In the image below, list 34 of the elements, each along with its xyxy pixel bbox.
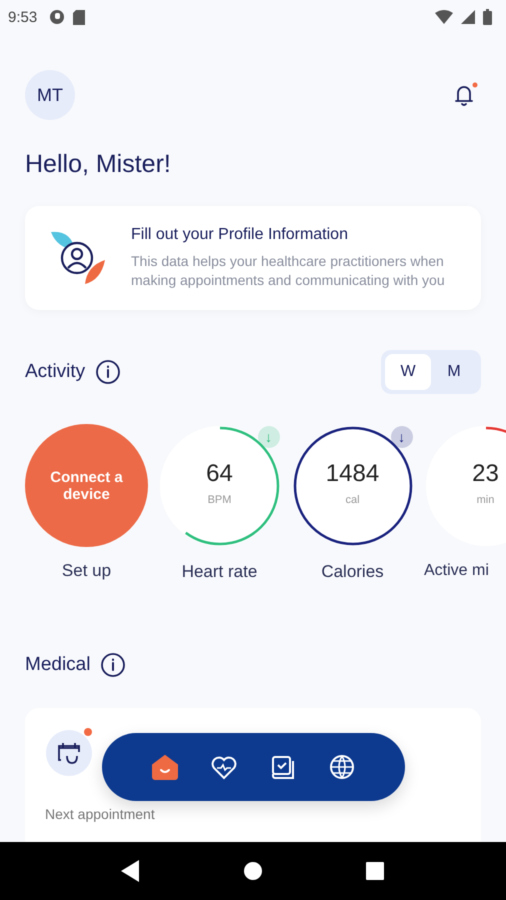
metric-label: Calories [321, 562, 384, 582]
app-circle-icon [49, 9, 66, 25]
metric-label: Heart rate [182, 562, 258, 582]
status-time: 9:53 [8, 8, 38, 26]
metric-value: 23 [471, 460, 500, 488]
user-avatar[interactable]: MT [25, 70, 75, 120]
section-title: Medical [25, 654, 90, 676]
metric-unit: min [476, 494, 496, 506]
profile-card-title: Fill out your Profile Information [131, 226, 349, 244]
metric-unit: BPM [206, 494, 232, 506]
metric-label: Set up [62, 561, 112, 581]
period-tab[interactable]: M [431, 354, 477, 390]
wifi-icon [435, 10, 453, 24]
metric-value: 64 [205, 460, 234, 488]
recents-button[interactable] [365, 861, 385, 881]
sd-card-icon [73, 10, 86, 24]
info-icon[interactable] [95, 359, 122, 385]
metric-unit: cal [344, 494, 361, 506]
signal-icon [461, 10, 475, 24]
next-appointment-label: Next appointment [45, 806, 156, 822]
notification-bell-icon[interactable] [453, 81, 479, 109]
home-button[interactable] [243, 861, 263, 881]
battery-icon [483, 9, 492, 25]
section-title: Activity [25, 361, 86, 383]
info-icon[interactable] [100, 652, 126, 678]
trend-badge: ↓ [258, 426, 280, 448]
back-button[interactable] [121, 860, 141, 882]
period-tab[interactable]: W [385, 354, 431, 390]
metric-label: Active mi [424, 562, 489, 580]
trend-badge: ↓ [390, 426, 412, 448]
profile-card[interactable]: Fill out your Profile Information This data helps your healthcare practitioners when making appointments and communicating with you [25, 206, 481, 310]
greeting-title: Hello, Mister! [25, 150, 172, 179]
profile-card-text: This data helps your healthcare practitioners when making appointments and communicating with you [131, 252, 446, 290]
metric-value: 1484 [324, 460, 380, 488]
